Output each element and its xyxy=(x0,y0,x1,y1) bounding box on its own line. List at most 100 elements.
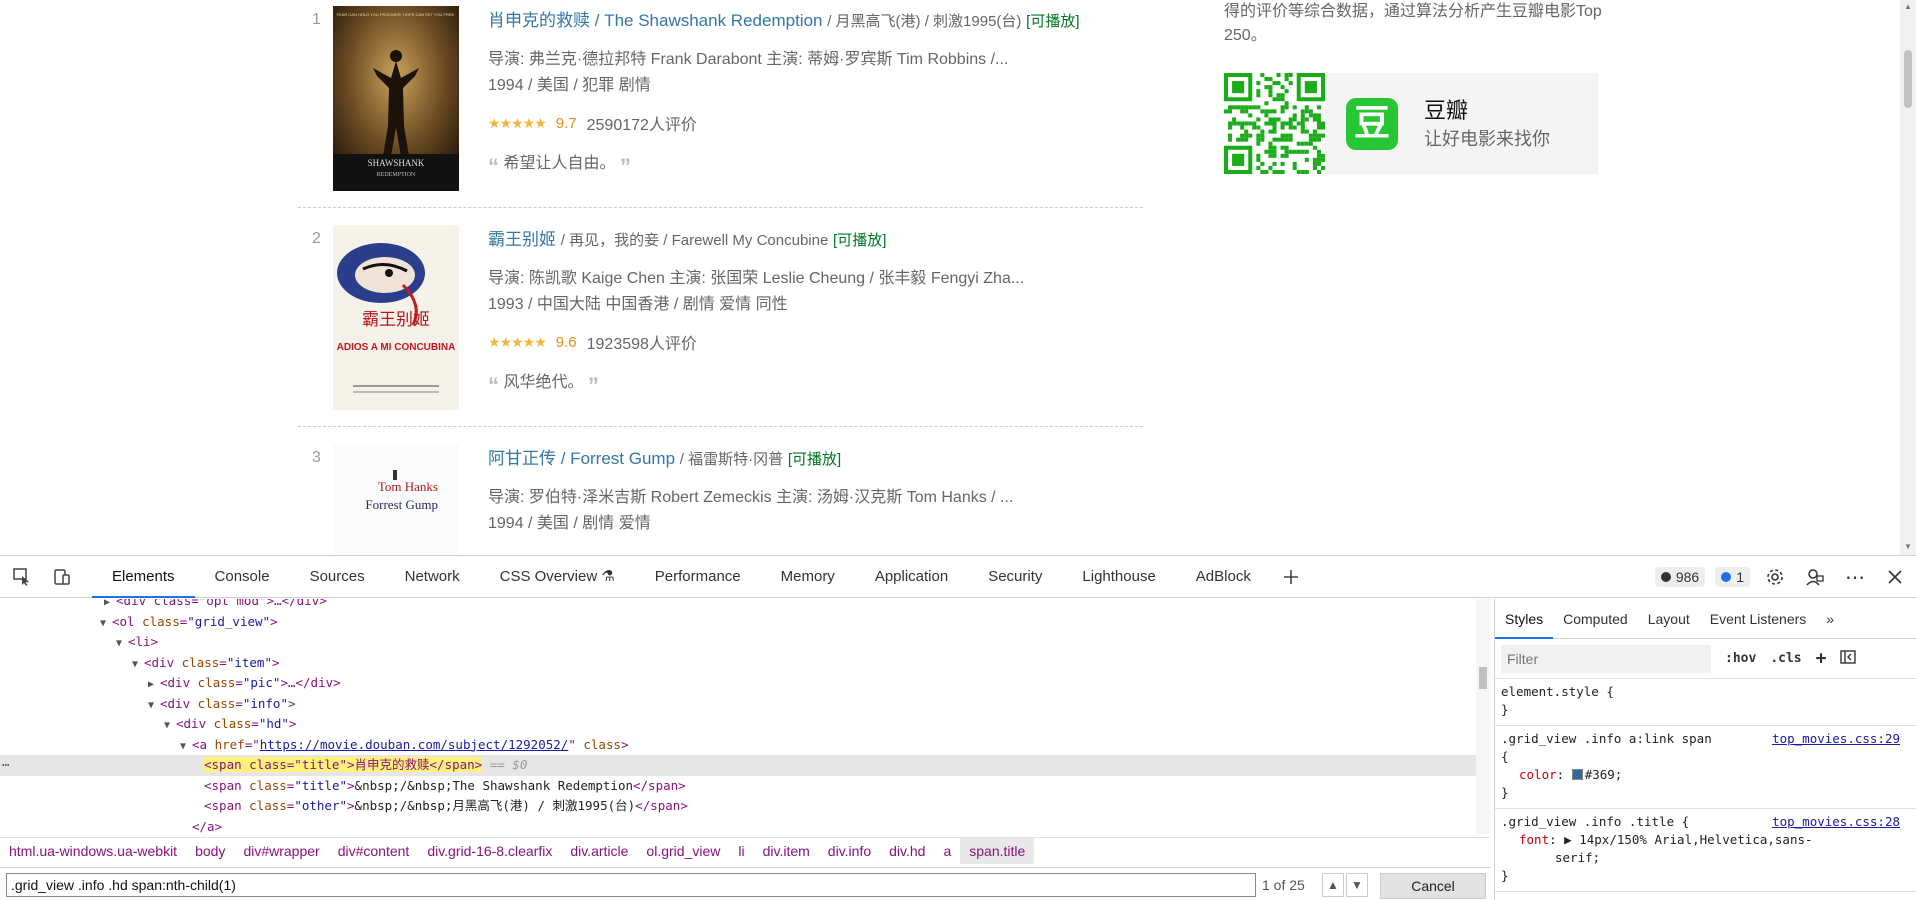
tab-css-overview[interactable]: CSS Overview ⚗ xyxy=(480,556,635,598)
dom-tree-scrollbar[interactable] xyxy=(1476,599,1490,834)
styles-filter-row: :hov .cls + xyxy=(1495,639,1916,679)
movie-other-titles[interactable]: / 福雷斯特·冈普 xyxy=(680,451,783,468)
dom-node[interactable]: <span class="title">&nbsp;/&nbsp;The Sha… xyxy=(0,776,1476,797)
rule-declaration[interactable]: color: #369; xyxy=(1501,766,1910,784)
dom-node[interactable]: ▼ <a href="https://movie.douban.com/subje… xyxy=(0,735,1476,756)
close-icon[interactable] xyxy=(1880,562,1910,592)
movie-poster[interactable]: 霸王别姬 ADIOS A MI CONCUBINA xyxy=(333,225,459,410)
breadcrumb-item[interactable]: div#content xyxy=(329,838,419,864)
poster-title-text: SHAWSHANK xyxy=(368,158,425,168)
app-download-box[interactable]: 豆 豆瓣 让好电影来找你 xyxy=(1224,73,1598,174)
movie-poster[interactable]: Tom Hanks Forrest Gump xyxy=(333,444,459,555)
toggle-sidebar-icon[interactable] xyxy=(1840,649,1857,668)
breadcrumb-item[interactable]: div.hd xyxy=(880,838,934,864)
style-rule[interactable]: .grid_view .info .title { top_movies.css… xyxy=(1495,809,1916,892)
breadcrumb-item[interactable]: div.info xyxy=(819,838,880,864)
movie-other-titles[interactable]: / 月黑高飞(港) / 刺激1995(台) xyxy=(827,13,1021,30)
styles-filter-input[interactable] xyxy=(1501,644,1711,673)
collapse-arrow-icon[interactable]: ▼ xyxy=(164,716,176,737)
inspect-element-icon[interactable] xyxy=(2,556,42,598)
close-quote-icon: ” xyxy=(587,373,599,398)
breadcrumb-item[interactable]: body xyxy=(186,838,234,864)
new-rule-icon[interactable]: + xyxy=(1816,648,1827,669)
dom-node[interactable]: ▶ <div class="pic">…</div> xyxy=(0,673,1476,694)
tab-elements[interactable]: Elements xyxy=(92,555,195,598)
collapse-arrow-icon[interactable]: ▼ xyxy=(180,737,192,758)
dom-node-selected[interactable]: ⋯ <span class="title">肖申克的救赎</span> == $… xyxy=(0,755,1476,776)
breadcrumb-item[interactable]: html.ua-windows.ua-webkit xyxy=(0,838,186,864)
breadcrumb-item-active[interactable]: span.title xyxy=(960,837,1035,864)
dom-node[interactable]: ▼ <ol class="grid_view"> xyxy=(0,612,1476,633)
dom-node[interactable]: ▼ <li> xyxy=(0,632,1476,653)
movie-title-cn-link[interactable]: 阿甘正传 xyxy=(488,449,556,468)
tab-application[interactable]: Application xyxy=(855,556,968,598)
feedback-icon[interactable] xyxy=(1800,562,1830,592)
rule-source-link[interactable]: top_movies.css:28 xyxy=(1772,813,1900,831)
tab-console[interactable]: Console xyxy=(195,556,290,598)
add-tab-icon[interactable] xyxy=(1271,556,1311,598)
style-rule-element[interactable]: element.style { } xyxy=(1495,679,1916,726)
cancel-search-button[interactable]: Cancel xyxy=(1380,873,1486,899)
tab-lighthouse[interactable]: Lighthouse xyxy=(1062,556,1175,598)
more-options-icon[interactable]: ⋯ xyxy=(1840,562,1870,592)
rule-declaration[interactable]: font: ▶ 14px/150% Arial,Helvetica,sans- xyxy=(1501,831,1910,849)
tab-computed[interactable]: Computed xyxy=(1553,599,1638,639)
tab-layout[interactable]: Layout xyxy=(1638,599,1700,639)
dom-search-input[interactable] xyxy=(6,873,1256,897)
breadcrumb-item[interactable]: div.grid-16-8.clearfix xyxy=(418,838,561,864)
tab-adblock[interactable]: AdBlock xyxy=(1176,556,1271,598)
dom-node[interactable]: <span class="other">&nbsp;/&nbsp;月黑高飞(港)… xyxy=(0,796,1476,817)
breadcrumb-item[interactable]: ol.grid_view xyxy=(637,838,729,864)
movie-title-cn-link[interactable]: 肖申克的救赎 xyxy=(488,11,590,30)
movie-title-en-link[interactable]: / Forrest Gump xyxy=(561,449,675,468)
movie-other-titles[interactable]: / 再见，我的妾 / Farewell My Concubine xyxy=(561,232,829,249)
tab-memory[interactable]: Memory xyxy=(761,556,855,598)
tab-sources[interactable]: Sources xyxy=(290,556,385,598)
dom-node[interactable]: ▼ <div class="info"> xyxy=(0,694,1476,715)
collapse-arrow-icon[interactable]: ▼ xyxy=(100,614,112,635)
movie-meta-line: 1994 / 美国 / 剧情 爱情 xyxy=(488,515,651,532)
settings-gear-icon[interactable] xyxy=(1760,562,1790,592)
rule-source-link[interactable]: top_movies.css:29 xyxy=(1772,730,1900,748)
collapse-arrow-icon[interactable]: ▼ xyxy=(148,696,160,717)
breadcrumb-item[interactable]: a xyxy=(934,838,960,864)
class-toggle[interactable]: .cls xyxy=(1770,651,1801,666)
breadcrumb-item[interactable]: div.article xyxy=(561,838,637,864)
dom-node[interactable]: ▼ <div class="item"> xyxy=(0,653,1476,674)
scroll-down-icon[interactable]: ▼ xyxy=(1904,542,1912,551)
errors-badge[interactable]: 986 xyxy=(1654,567,1706,587)
scrollbar-thumb[interactable] xyxy=(1904,50,1912,108)
movie-title-cn-link[interactable]: 霸王别姬 xyxy=(488,230,556,249)
style-rule[interactable]: .grid_view .info a:link span top_movies.… xyxy=(1495,726,1916,809)
collapse-arrow-icon[interactable]: ▼ xyxy=(116,634,128,655)
movie-poster[interactable]: SHAWSHANK REDEMPTION FEAR CAN HOLD YOU P… xyxy=(333,6,459,191)
movie-title-en-link[interactable]: / The Shawshank Redemption xyxy=(595,11,823,30)
more-actions-icon[interactable]: ⋯ xyxy=(2,755,10,776)
dom-node[interactable]: ▼ <div class="hd"> xyxy=(0,714,1476,735)
breadcrumb-item[interactable]: li xyxy=(729,838,753,864)
movie-item: 1 SHAWSHANK REDEMPTION FEAR CAN HOLD YOU… xyxy=(298,0,1143,208)
scrollbar-thumb[interactable] xyxy=(1479,667,1487,689)
tab-event-listeners[interactable]: Event Listeners xyxy=(1700,599,1817,639)
tab-styles[interactable]: Styles xyxy=(1495,599,1554,639)
hover-state-toggle[interactable]: :hov xyxy=(1725,651,1756,666)
tab-security[interactable]: Security xyxy=(968,556,1062,598)
breadcrumb-item[interactable]: div.item xyxy=(754,838,819,864)
poster-actor-text: Tom Hanks xyxy=(378,479,438,494)
tab-performance[interactable]: Performance xyxy=(635,556,761,598)
page-scrollbar[interactable]: ▲ ▼ xyxy=(1900,0,1916,555)
tab-network[interactable]: Network xyxy=(385,556,480,598)
dom-node[interactable]: </a> xyxy=(0,817,1476,835)
breadcrumb-item[interactable]: div#wrapper xyxy=(234,838,328,864)
scroll-up-icon[interactable]: ▲ xyxy=(1904,2,1912,11)
messages-badge[interactable]: 1 xyxy=(1715,567,1750,587)
search-prev-icon[interactable]: ▲ xyxy=(1322,873,1344,897)
collapse-arrow-icon[interactable]: ▼ xyxy=(132,655,144,676)
dom-href-link[interactable]: https://movie.douban.com/subject/1292052… xyxy=(260,737,569,752)
dom-node[interactable]: ▶ <div class="opt mod">…</div> xyxy=(0,599,1476,612)
device-toolbar-icon[interactable] xyxy=(42,556,82,598)
color-swatch-icon[interactable] xyxy=(1571,769,1583,780)
search-next-icon[interactable]: ▼ xyxy=(1346,873,1368,897)
more-tabs-icon[interactable]: » xyxy=(1816,599,1844,639)
expand-arrow-icon[interactable]: ▶ xyxy=(148,675,160,696)
